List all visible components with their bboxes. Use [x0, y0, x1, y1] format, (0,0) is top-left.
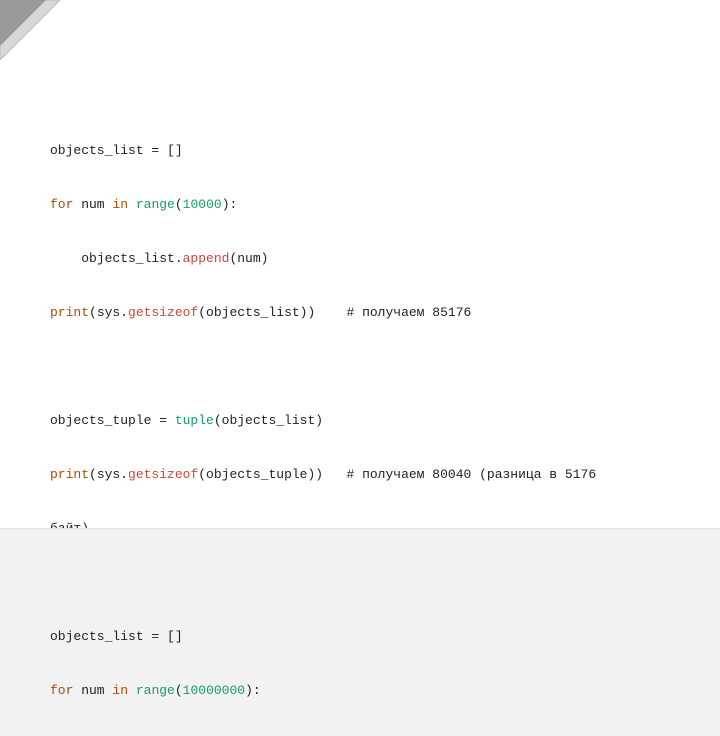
- code-text: (objects_list)) # получаем 85176: [198, 305, 471, 320]
- number-literal: 10000: [183, 197, 222, 212]
- keyword: in: [112, 683, 128, 698]
- code-text: ):: [245, 683, 261, 698]
- method: getsizeof: [128, 467, 198, 482]
- code-text: [128, 197, 136, 212]
- code-text: ):: [222, 197, 238, 212]
- code-line: print(sys.getsizeof(objects_tuple)) # по…: [50, 466, 670, 484]
- code-line: байт): [50, 520, 670, 538]
- builtin: range: [136, 197, 175, 212]
- code-line: for num in range(10000000):: [50, 682, 670, 700]
- code-text: (: [175, 683, 183, 698]
- code-text: (objects_tuple)) # получаем 80040 (разни…: [198, 467, 596, 482]
- keyword: for: [50, 683, 73, 698]
- code-line: [50, 358, 670, 376]
- code-text: objects_list.: [81, 251, 182, 266]
- code-text: (num): [229, 251, 268, 266]
- code-text: [128, 683, 136, 698]
- code-line: print(sys.getsizeof(objects_list)) # пол…: [50, 304, 670, 322]
- code-block: objects_list = [] for num in range(10000…: [50, 106, 670, 736]
- code-text: objects_list = []: [50, 629, 183, 644]
- code-line: objects_list = []: [50, 142, 670, 160]
- code-line: objects_list = []: [50, 628, 670, 646]
- code-line: [50, 574, 670, 592]
- number-literal: 10000000: [183, 683, 245, 698]
- builtin: tuple: [175, 413, 214, 428]
- code-line: objects_tuple = tuple(objects_list): [50, 412, 670, 430]
- corner-fold-icon: [0, 0, 60, 60]
- code-text: objects_list = []: [50, 143, 183, 158]
- code-text: (objects_list): [214, 413, 323, 428]
- slide: objects_list = [] for num in range(10000…: [0, 0, 720, 528]
- code-line: for num in range(10000):: [50, 196, 670, 214]
- method: append: [183, 251, 230, 266]
- code-text: objects_tuple =: [50, 413, 175, 428]
- code-text: (sys.: [89, 467, 128, 482]
- builtin: print: [50, 305, 89, 320]
- code-text: num: [73, 683, 112, 698]
- method: getsizeof: [128, 305, 198, 320]
- code-text: байт): [50, 521, 89, 536]
- keyword: in: [112, 197, 128, 212]
- keyword: for: [50, 197, 73, 212]
- builtin: print: [50, 467, 89, 482]
- code-text: (sys.: [89, 305, 128, 320]
- code-line: objects_list.append(num): [50, 250, 670, 268]
- builtin: range: [136, 683, 175, 698]
- code-text: num: [73, 197, 112, 212]
- code-text: (: [175, 197, 183, 212]
